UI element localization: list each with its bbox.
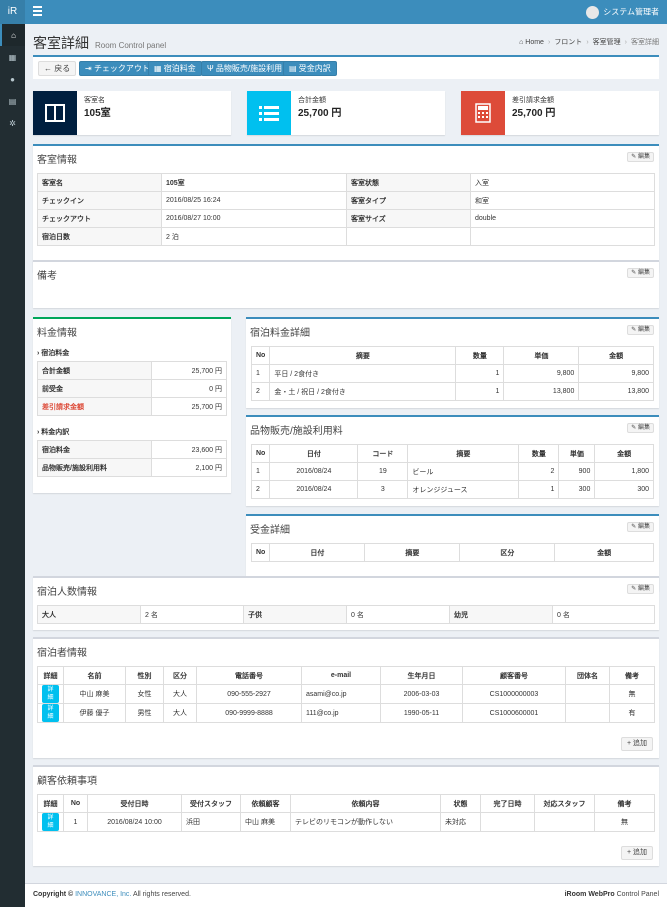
add-guest-button[interactable]: + 追加 [620,737,653,751]
settings-icon[interactable]: ✲ [0,112,25,134]
info-value: 105室 [84,108,111,119]
detail-button[interactable]: 詳細 [42,704,59,722]
goods-table: No 日付 コード 摘要 数量 単価 金額 1 2016/08/24 19 ビール 2 900 1,80… [250,444,654,499]
guests-table: 詳細 名前 性別 区分 電話番号 e-mail 生年月日 顧客番号 団体名 備考 詳細 中山 麻美女… [37,666,655,723]
stay-fee-box: 宿泊料金詳細 ✎ 編集 No 摘要 数量 単価 金額 1 平日 / 2食付き 1 9,800 9… [246,317,659,408]
top-navbar: iR システム管理者 [0,0,667,24]
info-value: 25,700 円 [298,108,342,119]
box-title: 宿泊料金詳細 [250,328,310,339]
product-name: iRoom WebPro Control Panel [564,891,659,898]
user-icon[interactable]: ● [0,68,25,90]
page-title: 客室詳細 Room Control panel [33,35,167,51]
goods-box: 品物販売/施設利用料 ✎ 編集 No 日付 コード 摘要 数量 単価 金額 1 2016/08… [246,415,659,506]
goods-button[interactable]: Ψ 品物販売/施設利用 [201,61,289,76]
fee-table: 合計金額 25,700 円 前受金 0 円 差引請求金額 25,700 円 [37,361,227,416]
info-room: 客室名 105室 [33,91,231,135]
requests-table: 詳細 No 受付日時 受付スタッフ 依頼顧客 依頼内容 状態 完了日時 対応スタッフ 備考 詳細 1… [37,794,655,832]
add-request-button[interactable]: + 追加 [620,846,653,860]
guest-count-box: 宿泊人数情報 ✎ 編集 大人 2 名子供 0 名幼児 0 名 [33,576,659,630]
detail-button[interactable]: 詳細 [42,685,59,703]
breadcrumb: ⌂ Home › フロント › 客室管理 › 客室詳細 [519,39,659,46]
fee-button[interactable]: ▦ 宿泊料金 [148,61,202,76]
edit-button[interactable]: ✎ 編集 [627,325,654,335]
breadcrumb-current: 客室詳細 [631,39,659,46]
back-button[interactable]: ← 戻る [38,61,77,76]
app-logo[interactable]: iR [0,0,25,24]
edit-button[interactable]: ✎ 編集 [627,584,654,594]
guests-box: 宿泊者情報 詳細 名前 性別 区分 電話番号 e-mail 生年月日 顧客番号 団体名 備考 詳細… [33,637,659,758]
company-link[interactable]: INNOVANCE, Inc. [75,891,131,898]
avatar [586,6,600,19]
edit-button[interactable]: ✎ 編集 [627,423,654,433]
guest-count-table: 大人 2 名子供 0 名幼児 0 名 [37,605,655,624]
menu-toggle-icon[interactable] [33,6,42,16]
table-row: 詳細 1 2016/08/24 10:00 浜田 中山 麻美 テレビのリモコンが動作しない… [37,812,655,832]
sidebar: ⌂ ▦ ● ▤ ✲ [0,24,25,907]
box-title: 受金詳細 [250,525,290,536]
table-row: 詳細 中山 麻美 女性 大人 090-555-2927 asami@co.jp 2006-0… [37,684,655,704]
box-title: 品物販売/施設利用料 [250,426,343,437]
section-stay-fee: › 宿泊料金 [37,350,70,357]
edit-button[interactable]: ✎ 編集 [627,522,654,532]
remarks-box: 備考 ✎ 編集 [33,260,659,308]
stay-fee-table: No 摘要 数量 単価 金額 1 平日 / 2食付き 1 9,800 9,800 2 金・土 / … [250,346,654,401]
box-title: 宿泊者情報 [37,648,87,659]
info-value: 25,700 円 [512,108,556,119]
calendar-icon[interactable]: ▦ [0,46,25,68]
box-title: 客室情報 [37,155,77,166]
print-icon[interactable]: ▤ [0,90,25,112]
checkout-button[interactable]: ⇥ チェックアウト [79,61,156,76]
box-title: 備考 [37,271,57,282]
fee-info-box: 料金情報 › 宿泊料金 合計金額 25,700 円 前受金 0 円 差引請求金額 25… [33,317,231,493]
list-icon [247,91,291,135]
toolbar: ← 戻る ⇥ チェックアウト ▦ 宿泊料金 Ψ 品物販売/施設利用 ▤ 受金内訳 [33,55,659,79]
breadcrumb-home[interactable]: Home [525,39,544,46]
detail-button[interactable]: 詳細 [42,813,59,831]
columns-icon [33,91,77,135]
user-name: システム管理者 [603,7,659,17]
box-title: 顧客依頼事項 [37,776,97,787]
breadcrumb-front[interactable]: フロント [554,39,582,46]
calculator-icon [461,91,505,135]
breadcrumb-room-mgmt[interactable]: 客室管理 [593,39,621,46]
breakdown-table: 宿泊料金 23,600 円 品物販売/施設利用料 2,100 円 [37,440,227,477]
edit-button[interactable]: ✎ 編集 [627,152,654,162]
table-row: 詳細 伊藤 優子 男性 大人 090-9999-8888 111@co.jp 1990-05… [37,703,655,723]
page-subtitle: Room Control panel [95,41,167,50]
info-balance: 差引請求金額 25,700 円 [461,91,659,135]
footer: Copyright © INNOVANCE, Inc. All rights r… [25,883,667,907]
box-title: 宿泊人数情報 [37,587,97,598]
requests-box: 顧客依頼事項 詳細 No 受付日時 受付スタッフ 依頼顧客 依頼内容 状態 完了日時 対応スタッ… [33,765,659,866]
info-total: 合計金額 25,700 円 [247,91,445,135]
room-info-box: 客室情報 ✎ 編集 客室名 105室 客室状態 入室 チェックイン 2016/08/25… [33,144,659,272]
copyright: Copyright © INNOVANCE, Inc. All rights r… [33,891,191,898]
user-menu[interactable]: システム管理者 [586,6,659,19]
payment-table: No 日付 摘要 区分 金額 [250,543,654,562]
box-title: 料金情報 [37,328,77,339]
room-table: 客室名 105室 客室状態 入室 チェックイン 2016/08/25 16:24 客室タイ… [37,173,655,246]
section-breakdown: › 料金内訳 [37,429,70,436]
edit-button[interactable]: ✎ 編集 [627,268,654,278]
payment-button[interactable]: ▤ 受金内訳 [283,61,337,76]
home-icon[interactable]: ⌂ [0,24,25,46]
